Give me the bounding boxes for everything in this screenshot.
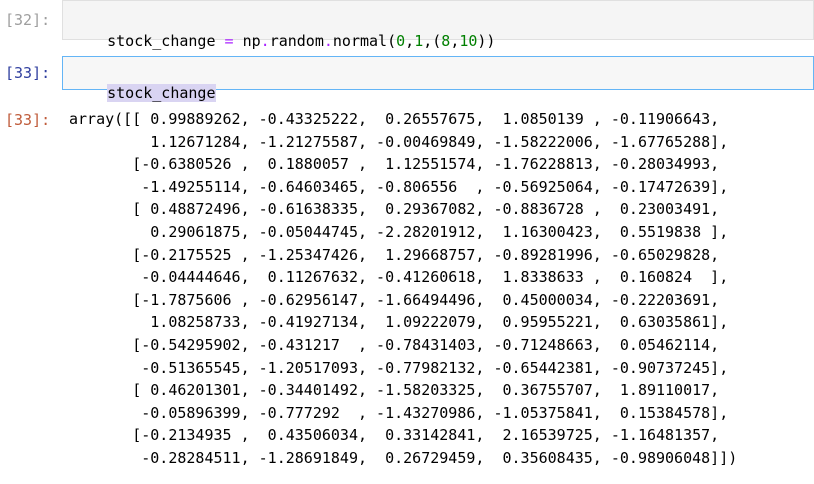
output-line: 0.29061875, -0.05044745, -2.28201912, 1.… bbox=[69, 222, 729, 241]
code-editor-32[interactable]: stock_change = np.random.normal(0,1,(8,1… bbox=[62, 0, 814, 50]
code-token: random bbox=[269, 32, 324, 50]
output-line: 1.12671284, -1.21275587, -0.00469849, -1… bbox=[69, 132, 729, 151]
output-line: 1.08258733, -0.41927134, 1.09222079, 0.9… bbox=[69, 313, 729, 332]
output-line: [-0.2134935 , 0.43506034, 0.33142841, 2.… bbox=[69, 426, 720, 445]
code-editor-33[interactable]: stock_change bbox=[62, 56, 814, 102]
code-token: np bbox=[233, 32, 261, 50]
code-text-32: stock_change = np.random.normal(0,1,(8,1… bbox=[107, 32, 495, 50]
code-token: stock_change bbox=[107, 32, 216, 50]
output-area-33: [33]: array([[ 0.99889262, -0.43325222, … bbox=[0, 108, 814, 484]
code-token: ( bbox=[387, 32, 397, 50]
code-token: ,( bbox=[423, 32, 442, 50]
output-line: array([[ 0.99889262, -0.43325222, 0.2655… bbox=[69, 110, 720, 128]
output-line: [-0.2175525 , -1.25347426, 1.29668757, -… bbox=[69, 245, 720, 264]
output-line: -1.49255114, -0.64603465, -0.806556 , -0… bbox=[69, 177, 729, 196]
code-cell-33[interactable]: [33]: stock_change bbox=[0, 55, 814, 102]
output-line: [-0.6380526 , 0.1880057 , 1.12551574, -1… bbox=[69, 155, 720, 174]
code-token: 0 bbox=[396, 32, 406, 50]
code-token: , bbox=[450, 32, 460, 50]
code-token: 1 bbox=[414, 32, 424, 50]
output-line: -0.28284511, -1.28691849, 0.26729459, 0.… bbox=[69, 448, 738, 467]
output-line: -0.51365545, -1.20517093, -0.77982132, -… bbox=[69, 358, 729, 377]
output-prompt-33: [33]: bbox=[5, 111, 51, 129]
input-prompt-32: [32]: bbox=[5, 11, 51, 29]
code-token: , bbox=[405, 32, 415, 50]
output-text: array([[ 0.99889262, -0.43325222, 0.2655… bbox=[69, 108, 737, 470]
code-cell-32[interactable]: [32]: stock_change = np.random.normal(0,… bbox=[0, 0, 814, 50]
output-line: [-0.54295902, -0.431217 , -0.78431403, -… bbox=[69, 335, 720, 354]
code-token: 10 bbox=[459, 32, 478, 50]
code-token: normal bbox=[332, 32, 388, 50]
code-token: . bbox=[260, 32, 270, 50]
output-line: [ 0.48872496, -0.61638335, 0.29367082, -… bbox=[69, 200, 720, 219]
output-line: -0.04444646, 0.11267632, -0.41260618, 1.… bbox=[69, 268, 729, 287]
output-line: [-1.7875606 , -0.62956147, -1.66494496, … bbox=[69, 290, 720, 309]
output-line: [ 0.46201301, -0.34401492, -1.58203325, … bbox=[69, 381, 720, 400]
code-token: )) bbox=[477, 32, 496, 50]
output-line: -0.05896399, -0.777292 , -1.43270986, -1… bbox=[69, 403, 729, 422]
input-prompt-33: [33]: bbox=[5, 64, 51, 82]
code-text-33: stock_change bbox=[107, 84, 216, 102]
code-token: 8 bbox=[441, 32, 451, 50]
code-token: . bbox=[323, 32, 333, 50]
code-token: = bbox=[224, 32, 234, 50]
